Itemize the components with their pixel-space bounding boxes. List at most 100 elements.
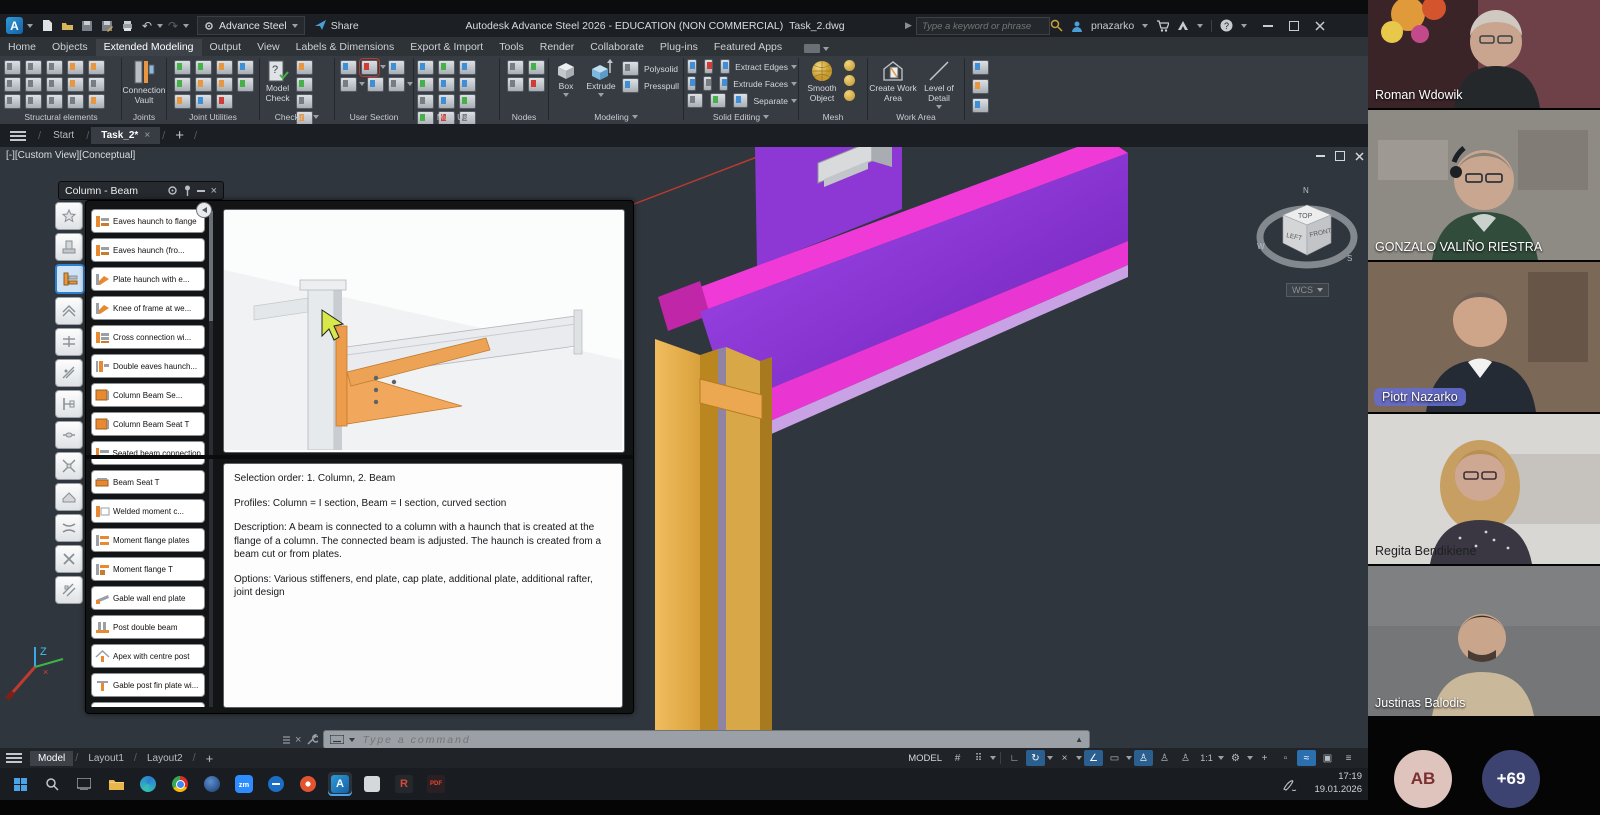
search-expand-icon[interactable]: ▶ [905,20,912,31]
list-item[interactable]: Beam Seat T [91,470,205,494]
ribbon-icon[interactable] [361,60,378,75]
list-item[interactable]: Cross connection wi... [91,325,205,349]
compass-n[interactable]: N [1303,186,1309,195]
ribbon-icon[interactable] [237,77,254,92]
list-item[interactable]: Moment flange T [91,557,205,581]
group-label[interactable]: Joints [123,110,165,123]
layout-tab-layout2[interactable]: Layout2 [139,751,191,766]
search-icon[interactable] [1050,19,1063,32]
ribbon-icon[interactable] [174,94,191,109]
crosshair-toggle[interactable]: + [1255,750,1274,766]
list-item[interactable]: Plate haunch with e... [91,267,205,291]
participant-tile[interactable]: Regita Bendikienė [1368,414,1600,564]
ribbon-icon[interactable] [710,93,726,108]
tab-export-import[interactable]: Export & Import [402,39,491,56]
plot-icon[interactable] [118,18,136,34]
status-menu-icon[interactable]: ≡ [1339,750,1358,766]
list-item[interactable]: Seated beam connection [91,441,205,465]
tab-plugins[interactable]: Plug-ins [652,39,706,56]
osnap-toggle[interactable]: ∠ [1084,750,1103,766]
ribbon-icon[interactable] [507,77,524,92]
presspull-button[interactable]: Presspull [620,77,679,94]
smooth-object-button[interactable]: Smooth Object [800,56,844,104]
tab-view[interactable]: View [249,39,288,56]
ribbon-icon[interactable] [88,60,105,75]
ribbon-icon[interactable] [25,77,42,92]
command-history-icon[interactable]: ▲ [1075,735,1083,744]
tab-extended-modeling[interactable]: Extended Modeling [96,39,202,56]
ribbon-icon[interactable] [704,59,714,74]
list-item[interactable]: Column Beam Seat T [91,412,205,436]
ribbon-icon[interactable] [88,77,105,92]
osnap-chevron-icon[interactable] [1126,756,1132,760]
command-chevron-icon[interactable] [349,738,355,742]
autodesk-icon[interactable] [1177,20,1189,31]
app-logo[interactable]: A [6,17,23,34]
ribbon-icon[interactable] [528,60,545,75]
white-app-icon[interactable] [360,772,384,796]
vp-close-icon[interactable] [1355,152,1364,161]
group-label[interactable]: Work Area [869,110,963,123]
list-item[interactable]: Column Beam Se... [91,383,205,407]
ribbon-display-toggle[interactable] [804,44,829,53]
command-grip[interactable] [283,736,290,744]
wcs-selector[interactable]: WCS [1286,283,1329,297]
collapse-badge[interactable] [196,202,212,218]
ribbon-icon[interactable] [438,77,455,92]
wrench-icon[interactable] [306,734,318,746]
ribbon-icon[interactable] [67,94,84,109]
annotation-visibility-toggle[interactable]: ♙ [1134,750,1153,766]
list-item[interactable]: Gable post fin pla... [91,702,205,707]
ribbon-icon[interactable] [88,94,105,109]
ribbon-icon[interactable] [216,60,233,75]
ribbon-icon[interactable] [174,60,191,75]
group-label[interactable]: User Section [336,110,412,123]
group-label[interactable]: Joint Utilities [168,110,258,123]
avatar[interactable]: AB [1394,750,1452,808]
ribbon-icon[interactable] [237,60,254,75]
extrude-button[interactable]: Extrude [582,56,620,97]
list-item[interactable]: Double eaves haunch... [91,354,205,378]
ribbon-icon[interactable] [388,60,405,75]
ribbon-icon[interactable] [340,60,357,75]
ribbon-icon[interactable] [687,59,697,74]
undo-icon[interactable]: ↶ [138,18,156,34]
tab-tools[interactable]: Tools [491,39,532,56]
category-favorites[interactable] [55,202,83,230]
compass-s[interactable]: S [1347,254,1352,263]
teamviewer-icon[interactable] [264,772,288,796]
file-explorer-icon[interactable] [104,772,128,796]
ribbon-icon[interactable] [195,94,212,109]
recorder-icon[interactable] [296,772,320,796]
tab-render[interactable]: Render [532,39,582,56]
ribbon-icon[interactable] [417,77,434,92]
palette-pin-icon[interactable] [184,185,191,196]
taskbar-clock[interactable]: 17:19 19.01.2026 [1314,770,1362,797]
new-tab-button[interactable]: + [167,127,192,144]
tab-collaborate[interactable]: Collaborate [582,39,652,56]
participant-tile[interactable]: GONZALO VALIÑO RIESTRA [1368,110,1600,260]
category-apex[interactable] [55,297,83,325]
ribbon-icon[interactable] [67,77,84,92]
command-input-wrap[interactable]: ▲ [323,730,1090,749]
tab-output[interactable]: Output [202,39,250,56]
acrobat-icon[interactable]: PDF [424,772,448,796]
ribbon-icon[interactable] [687,76,696,91]
polysolid-button[interactable]: Polysolid [620,60,679,77]
extrude-faces-button[interactable]: Extrude Faces [733,79,788,89]
ortho-toggle[interactable]: ∟ [1005,750,1024,766]
category-cross[interactable] [55,545,83,573]
participant-tile[interactable]: Piotr Nazarko [1368,262,1600,412]
ribbon-icon[interactable] [417,94,434,109]
ribbon-icon[interactable] [25,60,42,75]
tab-labels-dimensions[interactable]: Labels & Dimensions [288,39,403,56]
column-side[interactable] [700,349,718,748]
group-label[interactable]: Checking [261,110,333,123]
group-label[interactable]: Nodes [501,110,547,123]
palette-minimize-icon[interactable] [197,190,205,192]
category-misc[interactable] [55,576,83,604]
ribbon-icon[interactable] [296,77,313,92]
mesh-icon[interactable] [844,90,855,101]
ribbon-icon[interactable] [216,77,233,92]
space-indicator[interactable]: MODEL [908,753,942,764]
